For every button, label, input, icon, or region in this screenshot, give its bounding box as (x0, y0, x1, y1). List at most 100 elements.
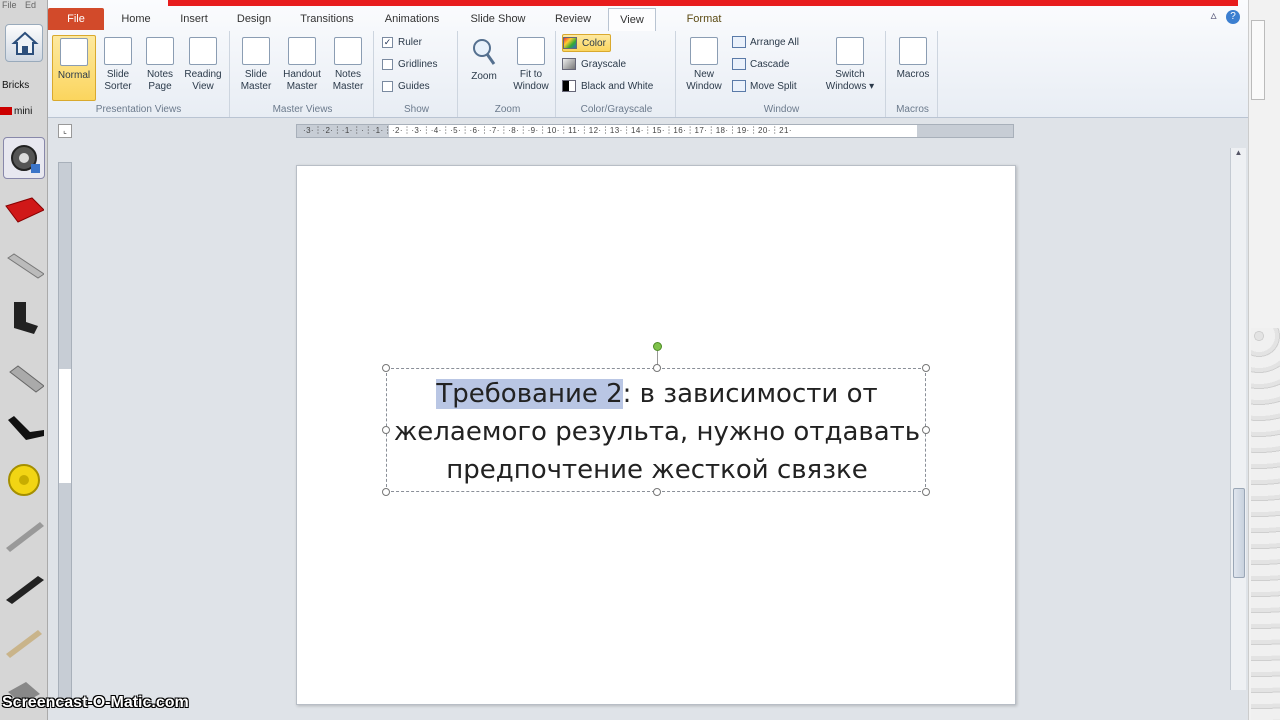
normal-view-icon (60, 38, 88, 66)
home-icon (11, 31, 39, 55)
selected-text[interactable]: Требование 2 (436, 379, 623, 409)
tab-selector-icon[interactable]: ⌞ (58, 124, 72, 138)
vertical-scrollbar[interactable]: ▲ (1230, 148, 1246, 690)
ruler-checkbox[interactable]: ✓ Ruler (382, 34, 422, 52)
tan-rod-icon[interactable] (4, 622, 44, 662)
guides-checkbox[interactable]: Guides (382, 78, 430, 96)
palette-menu-file[interactable]: File (2, 0, 17, 10)
home-button[interactable] (5, 24, 43, 62)
resize-handle[interactable] (653, 364, 661, 372)
black-and-white-button[interactable]: Black and White (562, 78, 653, 96)
notes-master-button[interactable]: Notes Master (326, 35, 370, 101)
notes-page-button[interactable]: Notes Page (138, 35, 182, 101)
dropdown-arrow-icon: ▾ (869, 81, 875, 92)
lego-logo-icon (0, 107, 12, 116)
slide-body-text[interactable]: Требование 2: в зависимости от желаемого… (387, 375, 927, 489)
slide-text-line-2: желаемого результа, нужно отдавать (393, 417, 921, 447)
help-icon[interactable]: ? (1226, 10, 1240, 24)
tab-transitions[interactable]: Transitions (288, 8, 366, 30)
cascade-button[interactable]: Cascade (732, 56, 789, 74)
palette-item-selected[interactable] (3, 137, 45, 179)
reading-view-button[interactable]: Reading View (180, 35, 226, 101)
brick-palette-panel: File Ed Bricks mini (0, 0, 48, 720)
tab-format[interactable]: Format (668, 8, 740, 30)
macros-button[interactable]: Macros (891, 35, 935, 101)
grey-beam-icon[interactable] (4, 246, 45, 286)
red-brick-icon[interactable] (4, 192, 45, 232)
grayscale-button[interactable]: Grayscale (562, 56, 626, 74)
gear-part-icon (11, 145, 40, 173)
notes-page-icon (146, 37, 174, 65)
yellow-wheel-icon[interactable] (4, 458, 44, 498)
color-swatch-icon (563, 37, 577, 50)
cascade-icon (732, 58, 746, 71)
grey-rod-icon[interactable] (4, 514, 44, 554)
black-connector-icon[interactable] (4, 298, 44, 338)
normal-view-button[interactable]: Normal (52, 35, 96, 101)
slide-text-line-3: предпочтение жесткой связке (446, 455, 868, 485)
slide-sorter-icon (104, 37, 132, 65)
tab-insert[interactable]: Insert (168, 8, 220, 30)
resize-handle[interactable] (382, 364, 390, 372)
black-angle-icon[interactable] (4, 410, 44, 450)
handout-master-button[interactable]: Handout Master (278, 35, 326, 101)
palette-menu-edit[interactable]: Ed (25, 0, 36, 10)
group-presentation-views: Normal Slide Sorter Notes Page Reading V… (48, 31, 230, 117)
group-master-views: Slide Master Handout Master Notes Master… (232, 31, 374, 117)
arrange-all-icon (732, 36, 746, 49)
checkbox-checked-icon: ✓ (382, 36, 393, 48)
resize-handle[interactable] (922, 488, 930, 496)
bricks-label: Bricks (2, 80, 30, 91)
vertical-ruler[interactable] (58, 162, 72, 708)
tab-view[interactable]: View (608, 8, 656, 31)
ribbon-tabs: File Home Insert Design Transitions Anim… (48, 8, 1248, 31)
resize-handle[interactable] (922, 364, 930, 372)
grey-axle-icon[interactable] (4, 356, 45, 396)
group-label-presentation-views: Presentation Views (95, 104, 182, 115)
move-split-icon (732, 80, 746, 93)
macros-icon (899, 37, 927, 65)
scrollbar-thumb[interactable] (1233, 488, 1245, 578)
tab-slide-show[interactable]: Slide Show (458, 8, 538, 30)
fit-to-window-button[interactable]: Fit to Window (508, 35, 554, 101)
tab-review[interactable]: Review (544, 8, 602, 30)
switch-windows-button[interactable]: Switch Windows ▾ (818, 35, 882, 101)
black-rod-icon[interactable] (4, 568, 44, 608)
horizontal-ruler[interactable]: ·3·︙·2·︙·1·︙·︙·1·︙·2·︙·3·︙·4·︙·5·︙·6·︙·7… (296, 124, 1014, 138)
group-label-color-grayscale: Color/Grayscale (580, 104, 653, 115)
tab-design[interactable]: Design (226, 8, 282, 30)
group-label-zoom: Zoom (494, 104, 521, 115)
scroll-up-arrow-icon[interactable]: ▲ (1231, 148, 1246, 162)
move-split-button[interactable]: Move Split (732, 78, 797, 96)
notes-master-icon (334, 37, 362, 65)
new-window-button[interactable]: New Window (682, 35, 726, 101)
background-window-edge (1248, 0, 1280, 720)
resize-handle[interactable] (382, 488, 390, 496)
magnifier-icon (473, 39, 496, 65)
text-placeholder[interactable]: Требование 2: в зависимости от желаемого… (382, 342, 930, 496)
group-show: ✓ Ruler Gridlines Guides Show (376, 31, 458, 117)
resize-handle[interactable] (653, 488, 661, 496)
group-window: New Window Arrange All Cascade Move Spli… (678, 31, 886, 117)
grayscale-swatch-icon (562, 58, 576, 71)
reading-view-icon (189, 37, 217, 65)
arrange-all-button[interactable]: Arrange All (732, 34, 799, 52)
slide-sorter-button[interactable]: Slide Sorter (96, 35, 140, 101)
slide-master-button[interactable]: Slide Master (234, 35, 278, 101)
zoom-button[interactable]: Zoom (462, 35, 506, 101)
tab-file[interactable]: File (48, 8, 104, 30)
minimize-ribbon-icon[interactable]: ▵ (1211, 8, 1217, 22)
gridlines-checkbox[interactable]: Gridlines (382, 56, 437, 74)
tab-home[interactable]: Home (110, 8, 162, 30)
bw-swatch-icon (562, 80, 576, 93)
tab-animations[interactable]: Animations (372, 8, 452, 30)
mini-category[interactable]: mini (0, 106, 48, 117)
recorder-watermark: Screencast-O-Matic.com (2, 694, 189, 711)
group-macros: Macros Macros (888, 31, 938, 117)
slide-master-icon (242, 37, 270, 65)
slide-canvas[interactable]: Требование 2: в зависимости от желаемого… (296, 165, 1016, 705)
rotation-handle[interactable] (653, 342, 662, 351)
group-label-window: Window (763, 104, 800, 115)
group-label-macros: Macros (896, 104, 929, 115)
color-button[interactable]: Color (562, 34, 611, 52)
